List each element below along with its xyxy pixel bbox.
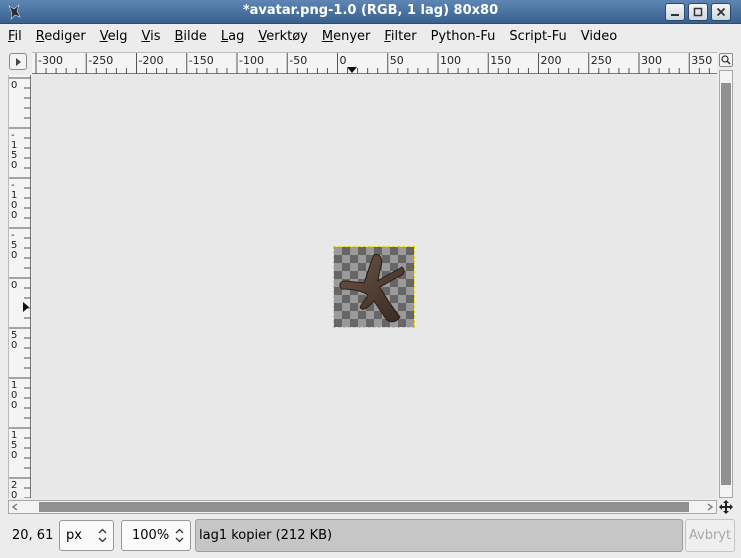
svg-text:0: 0 [11,280,17,291]
vertical-ruler[interactable]: 0-150-100-50050100150200 [8,75,31,511]
chevron-updown-icon [98,528,107,543]
svg-text:0: 0 [11,400,17,411]
horizontal-ruler-ticks: -300 -250 -200 -150 -100 -50 0 50 100 150 200 250 30… [35,53,712,74]
image-layer[interactable] [333,246,415,328]
ruler-label: -100 [11,180,17,221]
vertical-scroll-thumb[interactable] [721,83,731,485]
svg-text:0: 0 [11,210,17,221]
zoom-image-button[interactable] [719,53,733,67]
horizontal-ruler[interactable]: -300 -250 -200 -150 -100 -50 0 50 100 150 200 250 30… [32,52,717,74]
image-menu-button[interactable] [9,53,27,70]
unit-selector[interactable]: px [59,520,114,551]
menu-rediger[interactable]: Rediger [36,29,86,44]
svg-text:0: 0 [11,340,17,351]
ruler-label: 200 [11,480,17,511]
ruler-label: 200 [541,54,562,67]
minimize-icon [671,14,679,16]
svg-text:0: 0 [11,80,17,91]
menu-bilde[interactable]: Bilde [174,29,206,44]
vertical-ruler-ticks: 0-150-100-50050100150200 [9,77,31,511]
menu-velg[interactable]: Velg [100,29,128,44]
ruler-label: -50 [289,54,307,67]
svg-text:0: 0 [11,490,17,498]
ruler-label: 0 [340,54,347,67]
zoom-value: 100% [132,528,170,543]
minimize-button[interactable] [665,3,685,21]
ruler-label: 100 [11,380,17,411]
pointer-coordinates: 20, 61 [12,528,54,543]
ruler-label: 250 [591,54,612,67]
horizontal-scroll-thumb[interactable] [39,502,689,512]
ruler-label: -200 [139,54,164,67]
menu-script-fu[interactable]: Script-Fu [509,29,566,44]
ruler-label: -300 [38,54,63,67]
menu-filter[interactable]: Filter [384,29,416,44]
ruler-label: 0 [11,80,17,91]
menu-python-fu[interactable]: Python-Fu [431,29,496,44]
title-bar: *avatar.png-1.0 (RGB, 1 lag) 80x80 [0,0,741,24]
ruler-label: 350 [691,54,712,67]
ruler-label: -150 [189,54,214,67]
avatar-figure [339,254,405,323]
menu-fil[interactable]: Fil [8,29,22,44]
ruler-pointer-marker [23,302,29,312]
layer-info-label: lag1 kopier (212 KB) [195,519,683,552]
ruler-label: -100 [239,54,264,67]
scroll-right-icon[interactable] [706,503,714,511]
horizontal-scrollbar[interactable] [8,500,717,514]
menu-lag[interactable]: Lag [221,29,244,44]
menu-verktoy[interactable]: Verktøy [258,29,308,44]
menu-vis[interactable]: Vis [141,29,160,44]
vertical-scrollbar[interactable] [719,70,733,498]
ruler-label: 150 [11,430,17,461]
zoom-icon [721,55,731,65]
menu-arrow-icon [16,57,21,66]
navigate-icon[interactable] [719,500,733,514]
cancel-button: Avbryt [685,519,735,552]
scroll-left-icon[interactable] [11,503,19,511]
ruler-label: -150 [11,130,17,171]
svg-text:0: 0 [11,160,17,171]
ruler-label: 50 [390,54,404,67]
close-icon [716,7,726,17]
chevron-updown-icon [175,528,184,543]
ruler-label: 100 [440,54,461,67]
svg-text:0: 0 [11,250,17,261]
zoom-selector[interactable]: 100% [121,520,191,551]
menu-video[interactable]: Video [581,29,617,44]
ruler-label: 50 [11,330,17,351]
ruler-label: -250 [88,54,113,67]
unit-value: px [66,528,82,543]
ruler-label: 0 [11,280,17,291]
menu-menyer[interactable]: Menyer [322,29,371,44]
ruler-pointer-marker [347,67,357,73]
ruler-label: 150 [490,54,511,67]
menu-bar: Fil Rediger Velg Vis Bilde Lag Verktøy M… [0,24,741,48]
maximize-button[interactable] [688,3,708,21]
window-title: *avatar.png-1.0 (RGB, 1 lag) 80x80 [242,3,499,18]
ruler-label: 300 [641,54,662,67]
ruler-label: -50 [11,230,17,261]
maximize-icon [693,7,703,17]
close-button[interactable] [711,3,731,21]
svg-text:0: 0 [11,450,17,461]
